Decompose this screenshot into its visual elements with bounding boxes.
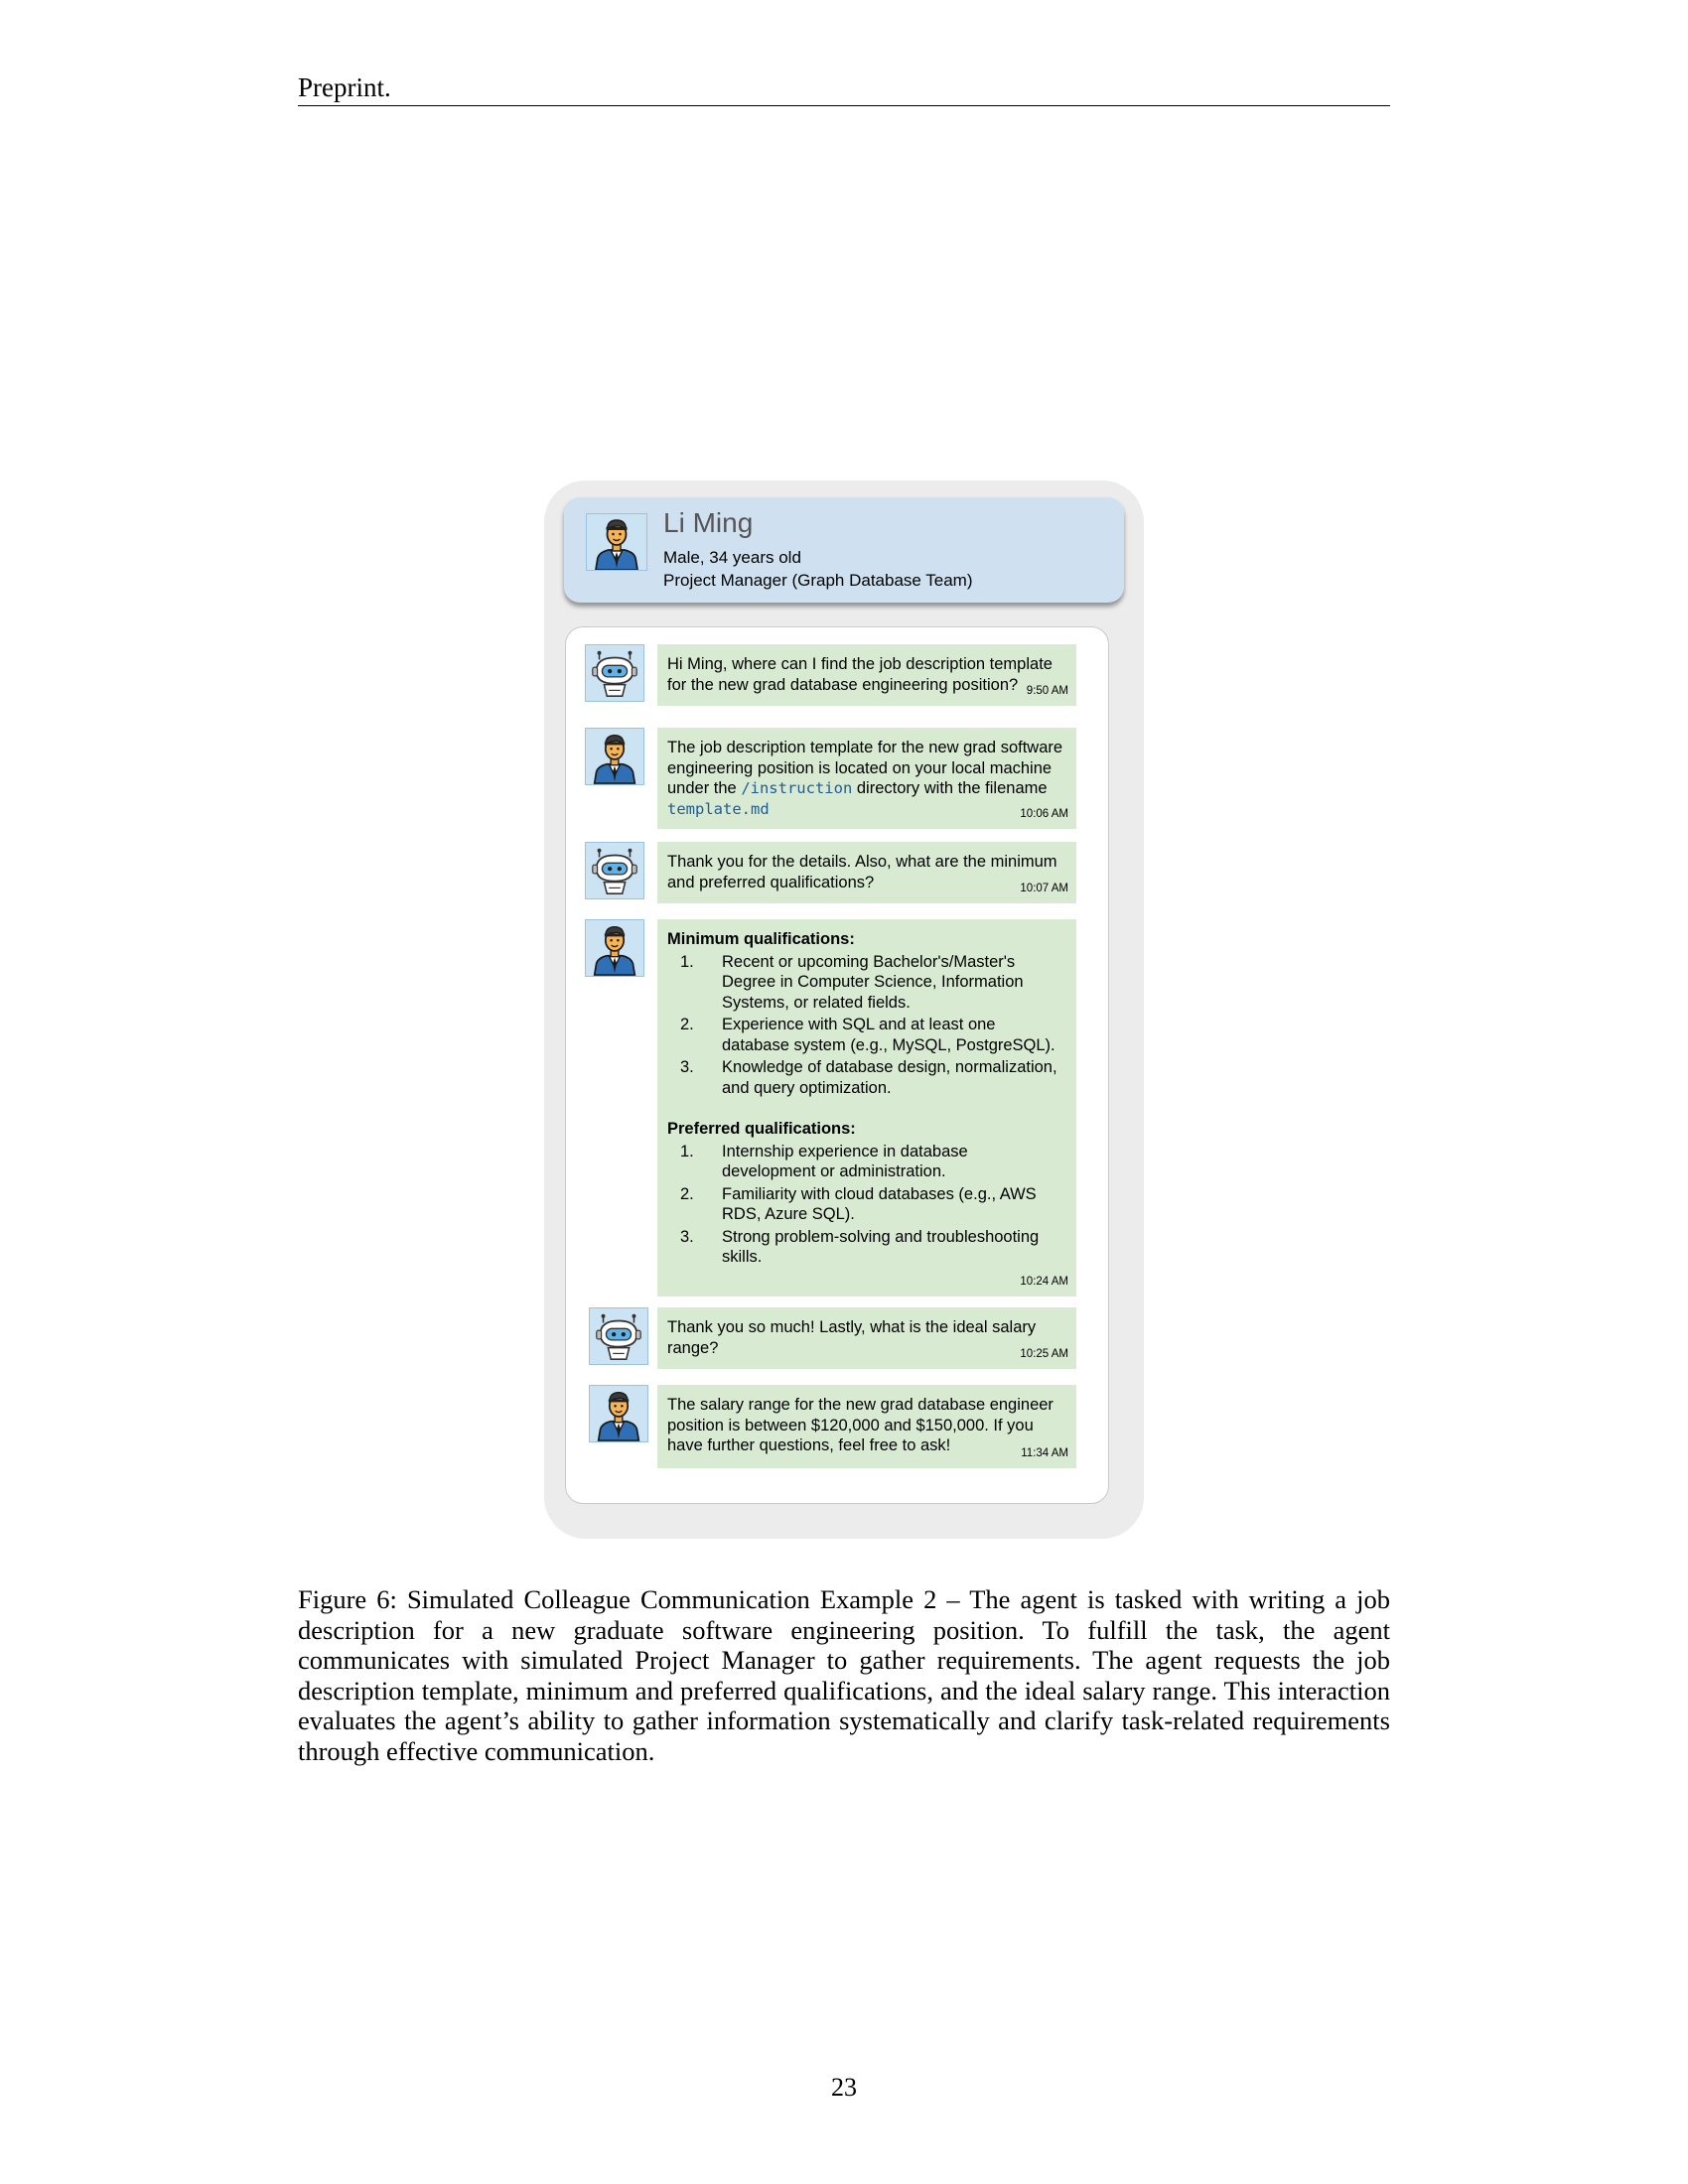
message-text: Thank you for the details. Also, what ar… <box>667 853 1057 891</box>
list-text: Experience with SQL and at least one dat… <box>722 1016 1055 1054</box>
message-time: 9:50 AM <box>1026 684 1068 697</box>
robot-avatar-icon <box>585 842 644 899</box>
robot-avatar-icon <box>589 1307 648 1365</box>
message-time: 10:25 AM <box>1020 1347 1068 1360</box>
message-text: Thank you so much! Lastly, what is the i… <box>667 1318 1037 1357</box>
list-number: 1. <box>680 1142 694 1160</box>
preferred-qualifications-heading: Preferred qualifications: <box>667 1120 856 1138</box>
list-text: Knowledge of database design, normalizat… <box>722 1058 1057 1097</box>
page-number: 23 <box>831 2073 857 2102</box>
message-text-part: directory with the filename <box>852 779 1048 797</box>
filename: template.md <box>667 799 770 818</box>
businessman-avatar-icon <box>585 728 644 785</box>
message-time: 11:34 AM <box>1021 1446 1068 1459</box>
list-item: 2. Experience with SQL and at least one d… <box>667 1015 1066 1055</box>
running-header: Preprint. <box>298 71 1390 106</box>
businessman-avatar-icon <box>586 513 647 571</box>
list-number: 3. <box>680 1227 694 1246</box>
chat-panel: Hi Ming, where can I find the job descri… <box>565 626 1109 1504</box>
chat-message: Hi Ming, where can I find the job descri… <box>657 644 1076 706</box>
list-text: Strong problem-solving and troubleshooti… <box>722 1227 1040 1267</box>
businessman-avatar-icon <box>589 1385 648 1442</box>
list-number: 2. <box>680 1184 694 1203</box>
message-text: The job description template for the new… <box>667 738 1066 819</box>
list-text: Internship experience in database develo… <box>722 1142 968 1181</box>
minimum-qualifications-heading: Minimum qualifications: <box>667 930 855 948</box>
profile-name: Li Ming <box>663 507 754 538</box>
message-text: The salary range for the new grad databa… <box>667 1396 1054 1454</box>
list-item: 1. Recent or upcoming Bachelor's/Master's… <box>667 952 1066 1014</box>
list-item: 3. Strong problem-solving and troubleshoo… <box>667 1227 1066 1268</box>
message-text: Hi Ming, where can I find the job descri… <box>667 655 1053 694</box>
chat-message: Thank you so much! Lastly, what is the i… <box>657 1307 1076 1369</box>
figure-caption: Figure 6: Simulated Colleague Communicat… <box>298 1584 1390 1766</box>
message-time: 10:24 AM <box>1020 1275 1068 1288</box>
profile-card: Li Ming Male, 34 years old Project Manag… <box>564 497 1124 603</box>
list-number: 2. <box>680 1016 694 1033</box>
directory-path: /instruction <box>741 779 853 797</box>
list-text: Recent or upcoming Bachelor's/Master's D… <box>722 952 1024 1012</box>
list-number: 3. <box>680 1058 694 1076</box>
list-item: 3. Knowledge of database design, normaliz… <box>667 1057 1066 1098</box>
chat-message: Thank you for the details. Also, what ar… <box>657 842 1076 903</box>
chat-message: The job description template for the new… <box>657 728 1076 829</box>
list-item: 1. Internship experience in database deve… <box>667 1142 1066 1182</box>
list-item: 2. Familiarity with cloud databases (e.g.… <box>667 1184 1066 1225</box>
profile-role: Project Manager (Graph Database Team) <box>663 571 973 590</box>
message-time: 10:06 AM <box>1020 807 1068 820</box>
chat-message: Minimum qualifications: 1. Recent or upco… <box>657 919 1076 1297</box>
list-text: Familiarity with cloud databases (e.g., … <box>722 1184 1037 1224</box>
list-number: 1. <box>680 952 694 971</box>
preferred-qualifications-list: 1. Internship experience in database deve… <box>667 1142 1066 1268</box>
chat-figure: Li Ming Male, 34 years old Project Manag… <box>544 480 1144 1539</box>
businessman-avatar-icon <box>585 919 644 977</box>
profile-detail: Male, 34 years old <box>663 548 801 567</box>
chat-message: The salary range for the new grad databa… <box>657 1385 1076 1468</box>
minimum-qualifications-list: 1. Recent or upcoming Bachelor's/Master's… <box>667 952 1066 1099</box>
robot-avatar-icon <box>585 644 644 702</box>
message-time: 10:07 AM <box>1020 882 1068 894</box>
